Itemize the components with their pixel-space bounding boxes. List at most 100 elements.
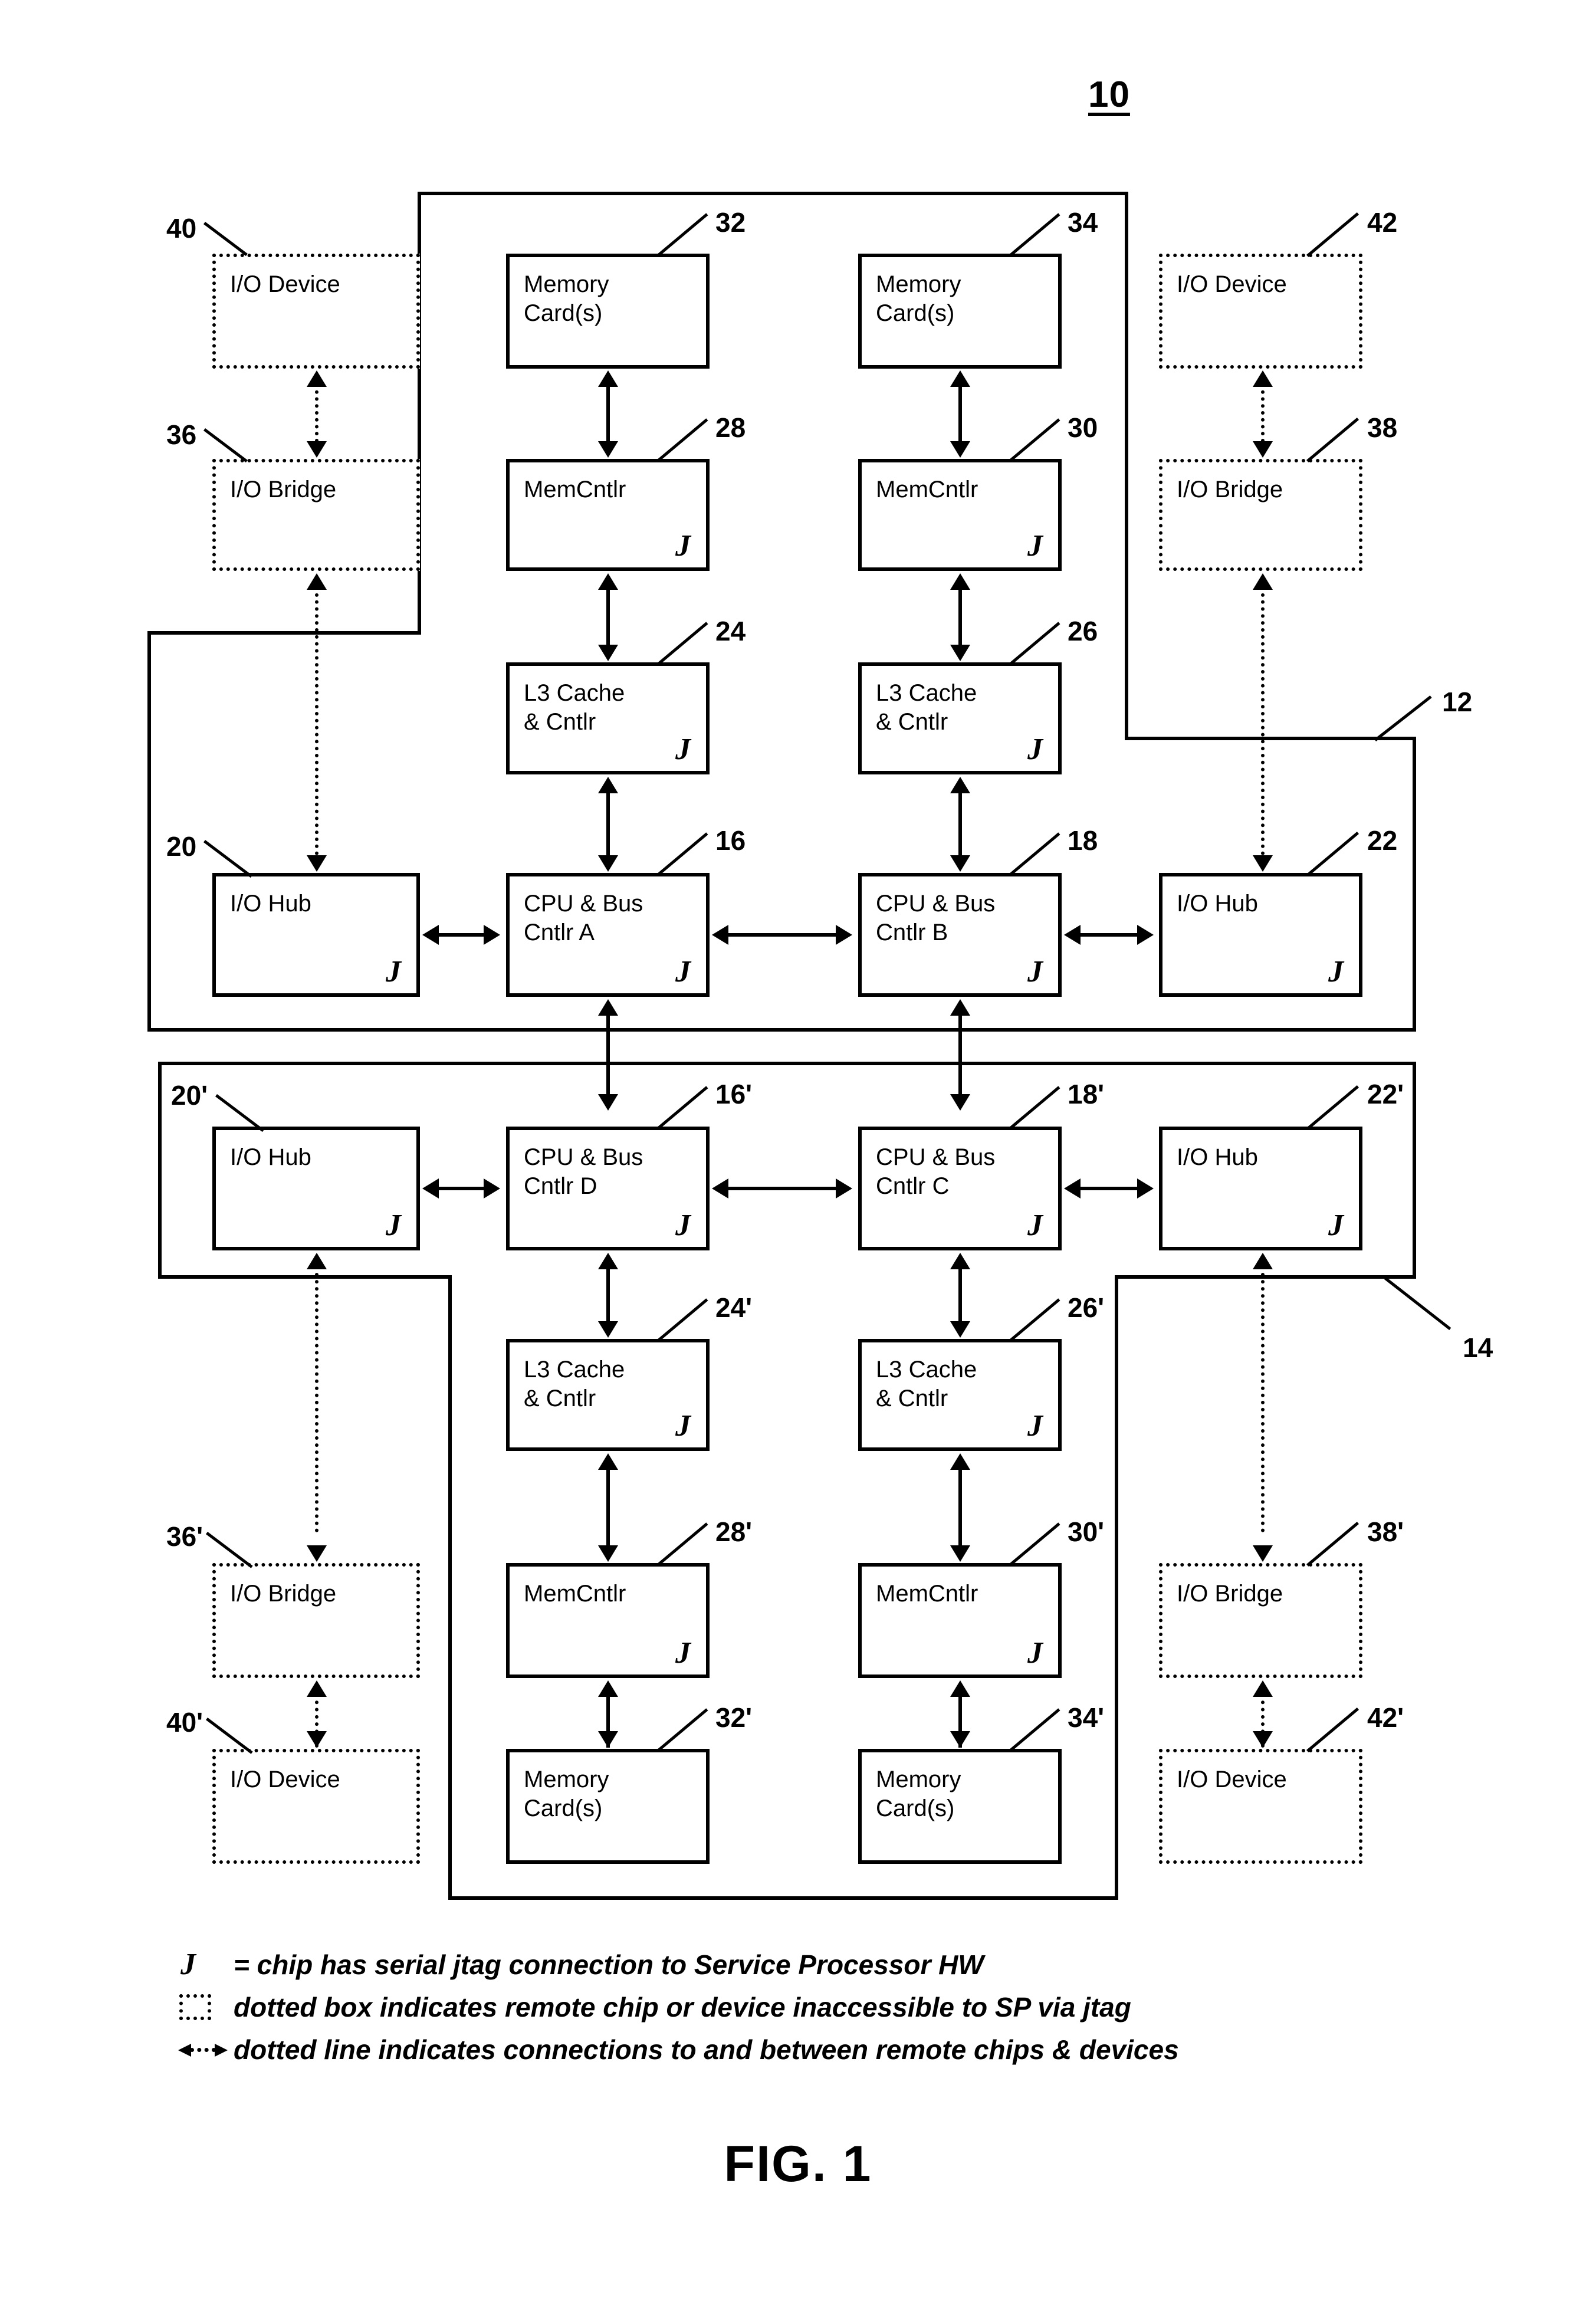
box-io-bridge-36[interactable]: I/O Bridge <box>212 459 420 571</box>
box-cpu-bus-cntlr-a-16[interactable]: CPU & Bus Cntlr A J <box>506 873 710 997</box>
box-cpu-bus-cntlr-c-18-prime[interactable]: CPU & Bus Cntlr C J <box>858 1127 1062 1250</box>
legend-row-dotted-box: dotted box indicates remote chip or devi… <box>177 1986 1179 2028</box>
box-io-bridge-38[interactable]: I/O Bridge <box>1159 459 1362 571</box>
jtag-marker: J <box>1328 955 1344 989</box>
box-label: MemCntlr <box>876 1581 978 1607</box>
box-label: I/O Hub <box>1177 1144 1258 1170</box>
reference-42: 42 <box>1367 207 1398 238</box>
leader-line-40 <box>203 222 248 257</box>
box-label: I/O Device <box>1177 1767 1287 1792</box>
box-label: I/O Device <box>1177 271 1287 297</box>
box-label: I/O Bridge <box>230 1581 337 1607</box>
legend-text-dotted-line: dotted line indicates connections to and… <box>234 2034 1179 2065</box>
box-io-device-42-prime[interactable]: I/O Device <box>1159 1749 1362 1864</box>
box-label: Memory Card(s) <box>524 1767 609 1821</box>
reference-16-prime: 16' <box>715 1079 753 1109</box>
reference-26-prime: 26' <box>1068 1292 1105 1323</box>
jtag-marker: J <box>675 733 691 766</box>
box-l3-cache-24-prime[interactable]: L3 Cache & Cntlr J <box>506 1339 710 1451</box>
box-io-hub-22[interactable]: I/O Hub J <box>1159 873 1362 997</box>
box-cpu-bus-cntlr-d-16-prime[interactable]: CPU & Bus Cntlr D J <box>506 1127 710 1250</box>
leader-line-16-prime <box>656 1086 708 1130</box>
leader-line-34 <box>1009 213 1060 257</box>
box-memory-cards-34-prime[interactable]: Memory Card(s) <box>858 1749 1062 1864</box>
leader-line-14 <box>1384 1277 1451 1331</box>
box-label: I/O Bridge <box>1177 477 1283 503</box>
box-l3-cache-26-prime[interactable]: L3 Cache & Cntlr J <box>858 1339 1062 1451</box>
box-label: Memory Card(s) <box>524 271 609 326</box>
leader-line-36 <box>203 428 248 463</box>
jtag-marker: J <box>1027 733 1043 766</box>
box-label: I/O Device <box>230 271 340 297</box>
reference-24-prime: 24' <box>715 1292 753 1323</box>
box-io-bridge-38-prime[interactable]: I/O Bridge <box>1159 1563 1362 1678</box>
leader-line-24-prime <box>656 1298 708 1342</box>
box-memcntlr-28[interactable]: MemCntlr J <box>506 459 710 571</box>
box-label: I/O Hub <box>230 1144 311 1170</box>
legend-glyph-dotted-arrow <box>177 2044 234 2057</box>
box-label: CPU & Bus Cntlr D <box>524 1144 643 1199</box>
reference-12: 12 <box>1442 687 1473 717</box>
box-label: MemCntlr <box>524 477 626 503</box>
leader-line-38-prime <box>1306 1522 1359 1567</box>
box-io-device-40-prime[interactable]: I/O Device <box>212 1749 420 1864</box>
figure-reference-10: 10 <box>1088 74 1130 115</box>
leader-line-26 <box>1009 622 1060 666</box>
box-l3-cache-24[interactable]: L3 Cache & Cntlr J <box>506 662 710 774</box>
legend-row-jtag: J = chip has serial jtag connection to S… <box>177 1943 1179 1986</box>
box-memcntlr-28-prime[interactable]: MemCntlr J <box>506 1563 710 1678</box>
box-label: I/O Hub <box>1177 891 1258 917</box>
reference-36-prime: 36' <box>166 1521 203 1552</box>
leader-line-16 <box>656 832 708 876</box>
leader-line-30 <box>1009 418 1060 462</box>
box-label: I/O Bridge <box>230 477 337 503</box>
leader-line-30-prime <box>1009 1522 1060 1567</box>
box-io-bridge-36-prime[interactable]: I/O Bridge <box>212 1563 420 1678</box>
reference-42-prime: 42' <box>1367 1702 1404 1733</box>
leader-line-18 <box>1009 832 1060 876</box>
box-io-device-40[interactable]: I/O Device <box>212 254 420 369</box>
box-label: MemCntlr <box>524 1581 626 1607</box>
box-label: CPU & Bus Cntlr C <box>876 1144 996 1199</box>
reference-26: 26 <box>1068 616 1098 646</box>
leader-line-24 <box>656 622 708 666</box>
reference-40-prime: 40' <box>166 1707 203 1738</box>
jtag-marker: J <box>1027 1636 1043 1670</box>
box-label: Memory Card(s) <box>876 1767 961 1821</box>
box-label: L3 Cache & Cntlr <box>524 1357 625 1411</box>
box-io-device-42[interactable]: I/O Device <box>1159 254 1362 369</box>
reference-18: 18 <box>1068 825 1098 856</box>
reference-14: 14 <box>1463 1332 1493 1363</box>
jtag-marker: J <box>1027 1409 1043 1443</box>
reference-38: 38 <box>1367 412 1398 443</box>
jtag-marker: J <box>675 1409 691 1443</box>
box-label: CPU & Bus Cntlr A <box>524 891 643 945</box>
box-io-hub-20[interactable]: I/O Hub J <box>212 873 420 997</box>
box-memory-cards-34[interactable]: Memory Card(s) <box>858 254 1062 369</box>
box-memcntlr-30-prime[interactable]: MemCntlr J <box>858 1563 1062 1678</box>
box-label: L3 Cache & Cntlr <box>876 680 977 735</box>
box-l3-cache-26[interactable]: L3 Cache & Cntlr J <box>858 662 1062 774</box>
box-memory-cards-32-prime[interactable]: Memory Card(s) <box>506 1749 710 1864</box>
box-io-hub-20-prime[interactable]: I/O Hub J <box>212 1127 420 1250</box>
leader-line-12 <box>1374 695 1432 741</box>
figure-page: 10 12 14 I/O Device 40 Memory Card(s) 32… <box>0 0 1596 2318</box>
reference-20-prime: 20' <box>171 1080 208 1111</box>
jtag-marker: J <box>675 955 691 989</box>
leader-line-38 <box>1306 418 1359 462</box>
box-io-hub-22-prime[interactable]: I/O Hub J <box>1159 1127 1362 1250</box>
box-cpu-bus-cntlr-b-18[interactable]: CPU & Bus Cntlr B J <box>858 873 1062 997</box>
box-memory-cards-32[interactable]: Memory Card(s) <box>506 254 710 369</box>
reference-30: 30 <box>1068 412 1098 443</box>
jtag-marker: J <box>675 1209 691 1242</box>
reference-22: 22 <box>1367 825 1398 856</box>
dotted-double-arrow-icon <box>178 2044 228 2057</box>
jtag-marker: J <box>386 1209 401 1242</box>
box-label: L3 Cache & Cntlr <box>524 680 625 735</box>
reference-18-prime: 18' <box>1068 1079 1105 1109</box>
jtag-marker: J <box>1027 1209 1043 1242</box>
reference-38-prime: 38' <box>1367 1516 1404 1547</box>
jtag-letter-icon: J <box>180 1948 196 1981</box>
legend-glyph-jtag: J <box>177 1949 234 1980</box>
box-memcntlr-30[interactable]: MemCntlr J <box>858 459 1062 571</box>
